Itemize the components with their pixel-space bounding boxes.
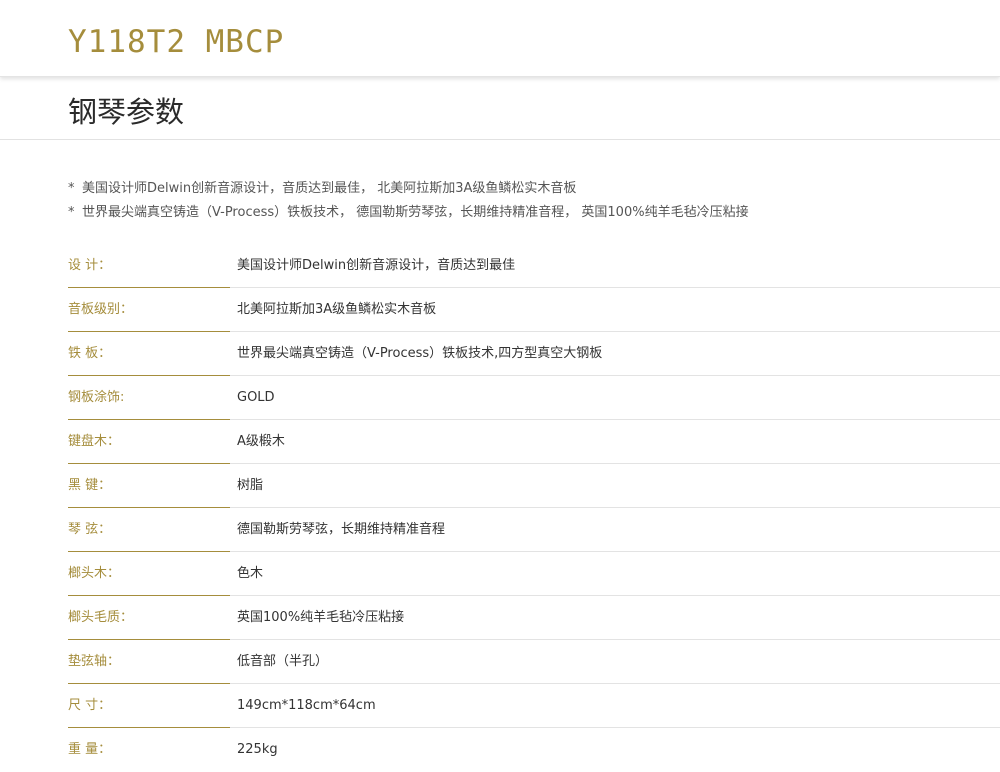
spec-label: 重 量： xyxy=(68,742,112,757)
spec-value: 225kg xyxy=(237,742,278,757)
spec-row-soundboard: 音板级别： 北美阿拉斯加3A级鱼鳞松实木音板 xyxy=(0,288,1000,332)
spec-value: 树脂 xyxy=(237,478,264,493)
spec-value: GOLD xyxy=(237,390,275,405)
spec-value: 德国勒斯劳琴弦，长期维持精准音程 xyxy=(237,522,446,537)
spec-row-plate-finish: 钢板涂饰: GOLD xyxy=(0,376,1000,420)
spec-row-dimensions: 尺 寸： 149cm*118cm*64cm xyxy=(0,684,1000,728)
spec-row-hammer-felt: 榔头毛质： 英国100%纯羊毛毡冷压粘接 xyxy=(0,596,1000,640)
spec-label: 尺 寸： xyxy=(68,698,112,713)
spec-value: 149cm*118cm*64cm xyxy=(237,698,376,713)
spec-value: 世界最尖端真空铸造（V-Process）铁板技术,四方型真空大钢板 xyxy=(237,346,603,361)
spec-label: 琴 弦： xyxy=(68,522,112,537)
spec-value: 英国100%纯羊毛毡冷压粘接 xyxy=(237,610,405,625)
feature-item: * 世界最尖端真空铸造（V-Process）铁板技术， 德国勒斯劳琴弦，长期维持精… xyxy=(68,201,749,225)
spec-row-key-wood: 键盘木： A级椴木 xyxy=(0,420,1000,464)
spec-value: A级椴木 xyxy=(237,434,285,449)
spec-label: 垫弦轴： xyxy=(68,654,121,669)
section-divider xyxy=(0,139,1000,140)
model-title: Y118T2 MBCP xyxy=(68,24,285,60)
spec-label: 榔头木： xyxy=(68,566,121,581)
spec-value: 美国设计师Delwin创新音源设计，音质达到最佳 xyxy=(237,258,516,273)
spec-label: 键盘木： xyxy=(68,434,121,449)
spec-value: 北美阿拉斯加3A级鱼鳞松实木音板 xyxy=(237,302,437,317)
feature-text: 美国设计师Delwin创新音源设计，音质达到最佳， 北美阿拉斯加3A级鱼鳞松实木… xyxy=(82,181,577,196)
spec-value: 低音部（半孔） xyxy=(237,654,329,669)
feature-bullet: * xyxy=(68,205,75,220)
section-title: 钢琴参数 xyxy=(68,95,185,129)
spec-table: 设 计： 美国设计师Delwin创新音源设计，音质达到最佳 音板级别： 北美阿拉… xyxy=(0,244,1000,772)
spec-row-black-keys: 黑 键： 树脂 xyxy=(0,464,1000,508)
spec-row-weight: 重 量： 225kg xyxy=(0,728,1000,772)
spec-row-strings: 琴 弦： 德国勒斯劳琴弦，长期维持精准音程 xyxy=(0,508,1000,552)
spec-label: 音板级别： xyxy=(68,302,134,317)
spec-row-design: 设 计： 美国设计师Delwin创新音源设计，音质达到最佳 xyxy=(0,244,1000,288)
spec-label: 钢板涂饰: xyxy=(68,390,125,405)
spec-value: 色木 xyxy=(237,566,264,581)
feature-item: * 美国设计师Delwin创新音源设计，音质达到最佳， 北美阿拉斯加3A级鱼鳞松实… xyxy=(68,177,749,201)
feature-bullet: * xyxy=(68,181,75,196)
spec-label: 铁 板： xyxy=(68,346,112,361)
feature-list: * 美国设计师Delwin创新音源设计，音质达到最佳， 北美阿拉斯加3A级鱼鳞松实… xyxy=(68,177,749,225)
spec-row-hammer-wood: 榔头木： 色木 xyxy=(0,552,1000,596)
spec-row-bridge-pins: 垫弦轴： 低音部（半孔） xyxy=(0,640,1000,684)
top-header: Y118T2 MBCP xyxy=(0,0,1000,77)
spec-label: 黑 键： xyxy=(68,478,112,493)
spec-row-iron-plate: 铁 板： 世界最尖端真空铸造（V-Process）铁板技术,四方型真空大钢板 xyxy=(0,332,1000,376)
feature-text: 世界最尖端真空铸造（V-Process）铁板技术， 德国勒斯劳琴弦，长期维持精准… xyxy=(82,205,749,220)
spec-label: 榔头毛质： xyxy=(68,610,134,625)
spec-label: 设 计： xyxy=(68,258,112,273)
